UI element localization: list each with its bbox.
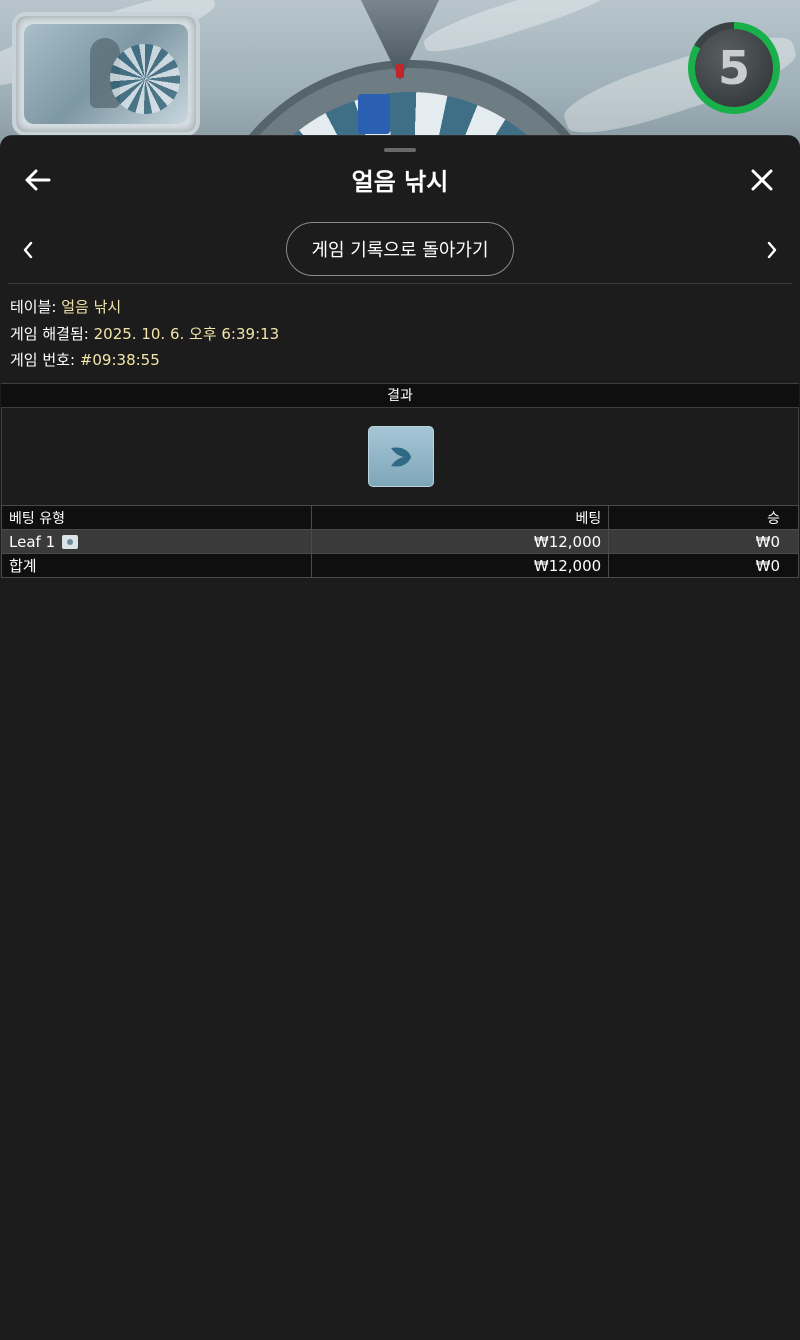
total-label: 합계 [1,553,312,578]
divider [8,283,792,284]
page-title: 얼음 낚시 [351,168,449,196]
info-label: 게임 번호: [10,351,76,369]
info-resolved-line: 게임 해결됨: 2025. 10. 6. 오후 6:39:13 [10,321,279,348]
ice-decoration [420,0,620,61]
column-header: 베팅 [310,505,610,530]
bet-amount: ₩12,000 [310,529,610,554]
info-label: 게임 해결됨: [10,324,89,343]
bet-type-cell: Leaf 1 [1,529,312,554]
chevron-left-icon[interactable] [12,234,44,266]
wheel-winning-segment [358,94,390,134]
game-info: 테이블: 얼음 낚시 게임 해결됨: 2025. 10. 6. 오후 6:39:… [10,294,279,374]
leaf-tile-icon [62,534,79,549]
total-bet: ₩12,000 [310,553,610,578]
game-history-panel: 얼음 낚시 게임 기록으로 돌아가기 테이블: 얼음 낚시 게임 해결됨: 20 [0,135,800,1340]
info-table-line: 테이블: 얼음 낚시 [10,294,279,321]
history-navigation: 게임 기록으로 돌아가기 [0,222,800,278]
total-win: ₩0 [608,553,799,578]
info-value: 2025. 10. 6. 오후 6:39:13 [93,324,280,343]
panel-header: 얼음 낚시 [0,158,800,202]
info-value: #09:38:55 [79,351,160,369]
bets-table: 베팅 유형 베팅 승 Leaf 1 ₩12,000 ₩0 합계 ₩12,000 … [1,505,799,578]
thumbnail-wheel [110,44,180,114]
win-amount: ₩0 [608,529,799,554]
result-cell [1,408,799,505]
countdown-value: 5 [695,29,773,107]
column-header: 베팅 유형 [1,505,312,530]
drag-handle[interactable] [384,148,416,152]
leaf-icon [391,446,411,467]
video-screen [24,24,188,124]
result-tile [368,426,434,487]
table-total-row: 합계 ₩12,000 ₩0 [1,553,799,578]
table-row: Leaf 1 ₩12,000 ₩0 [1,529,799,554]
column-header: 승 [608,505,799,530]
chevron-right-icon[interactable] [756,234,788,266]
info-label: 테이블: [10,298,57,316]
video-thumbnail[interactable] [12,12,200,136]
info-value: 얼음 낚시 [61,298,122,316]
result-header: 결과 [1,383,799,408]
close-icon[interactable] [742,160,782,200]
bet-type: Leaf 1 [9,532,56,551]
countdown-timer: 5 [688,22,780,114]
back-to-history-button[interactable]: 게임 기록으로 돌아가기 [286,222,514,276]
wheel-pointer-tip [396,64,404,78]
info-game-number-line: 게임 번호: #09:38:55 [10,347,279,374]
table-header-row: 베팅 유형 베팅 승 [1,505,799,530]
